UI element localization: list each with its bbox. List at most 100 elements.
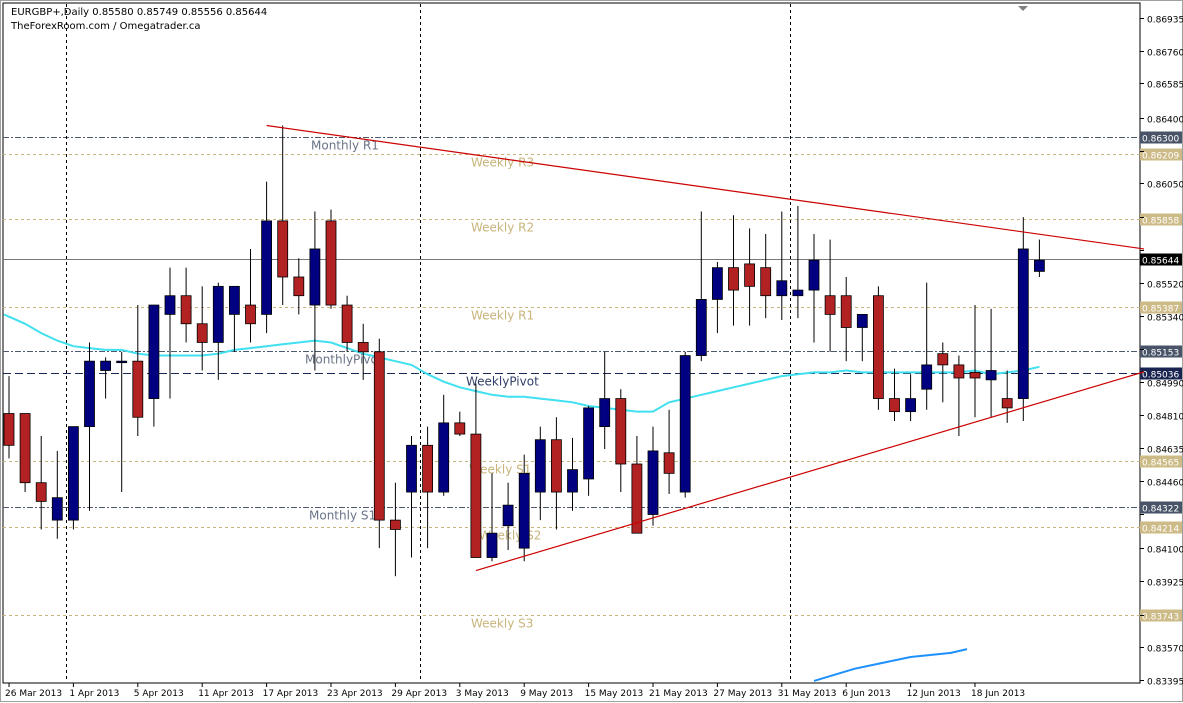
- bear-candle-body[interactable]: [454, 422, 466, 435]
- bull-candle-body[interactable]: [486, 532, 498, 558]
- level-price-label: 0.83743: [1142, 613, 1179, 623]
- plot-area: [2, 2, 1141, 684]
- y-tick-label: 0.86050: [1147, 181, 1183, 191]
- bull-candle-body[interactable]: [438, 422, 450, 493]
- y-tick-label: 0.86400: [1147, 116, 1183, 126]
- bull-candle-body[interactable]: [534, 439, 546, 493]
- bear-candle-body[interactable]: [728, 267, 739, 291]
- bull-candle-body[interactable]: [695, 299, 707, 356]
- candle[interactable]: [68, 426, 79, 530]
- bull-candle-body[interactable]: [68, 426, 79, 521]
- bear-candle-body[interactable]: [19, 413, 31, 484]
- bear-candle-body[interactable]: [373, 351, 385, 521]
- bull-candle-body[interactable]: [309, 248, 321, 306]
- bear-candle-body[interactable]: [132, 360, 144, 418]
- bull-candle-body[interactable]: [212, 285, 224, 343]
- bear-candle-body[interactable]: [277, 220, 289, 278]
- y-tick-label: 0.83570: [1147, 645, 1183, 655]
- bear-candle-body[interactable]: [35, 482, 47, 502]
- level-price-label: 0.84214: [1142, 525, 1179, 535]
- bull-candle-body[interactable]: [518, 472, 530, 549]
- bear-candle-body[interactable]: [969, 371, 981, 379]
- bull-candle-body[interactable]: [599, 398, 611, 428]
- x-tick-label: 31 May 2013: [778, 689, 837, 699]
- chart-credit: TheForexRoom.com / Omegatrader.ca: [11, 21, 201, 32]
- level-label: Monthly S1: [309, 509, 376, 523]
- bear-candle-body[interactable]: [470, 433, 482, 558]
- bull-candle-body[interactable]: [856, 314, 868, 328]
- bear-candle-body[interactable]: [3, 413, 15, 446]
- bear-candle-body[interactable]: [180, 295, 192, 325]
- candle[interactable]: [19, 413, 31, 493]
- price-chart[interactable]: Monthly R1 0.86300 Weekly R3 0.86209 Weekly …: [1, 1, 1183, 703]
- x-tick-label: 9 May 2013: [520, 689, 573, 699]
- bear-candle-body[interactable]: [341, 304, 353, 343]
- y-tick-label: 0.85340: [1147, 314, 1183, 324]
- bull-candle-body[interactable]: [1034, 259, 1045, 272]
- bull-candle-body[interactable]: [84, 360, 95, 428]
- bull-candle-body[interactable]: [647, 450, 659, 515]
- bear-candle-body[interactable]: [744, 263, 755, 287]
- bear-candle-body[interactable]: [325, 220, 337, 306]
- bear-candle-body[interactable]: [422, 444, 434, 493]
- x-tick-label: 3 May 2013: [456, 689, 509, 699]
- level-price-label: 0.84565: [1142, 459, 1179, 469]
- bull-candle-body[interactable]: [502, 504, 514, 527]
- bull-candle-body[interactable]: [712, 267, 723, 300]
- bear-candle-body[interactable]: [937, 353, 949, 366]
- bear-candle-body[interactable]: [760, 267, 772, 297]
- bear-candle-body[interactable]: [293, 276, 305, 297]
- bear-candle-body[interactable]: [953, 364, 965, 379]
- bear-candle-body[interactable]: [1001, 398, 1013, 409]
- bear-candle-body[interactable]: [840, 295, 852, 328]
- candle[interactable]: [373, 338, 385, 549]
- bull-candle-body[interactable]: [905, 398, 916, 413]
- bear-candle-body[interactable]: [245, 304, 256, 325]
- x-tick-label: 11 Apr 2013: [198, 689, 254, 699]
- bear-candle-body[interactable]: [615, 398, 627, 465]
- bear-candle-body[interactable]: [551, 439, 562, 493]
- candle[interactable]: [679, 351, 691, 498]
- bull-candle-body[interactable]: [1017, 248, 1029, 399]
- level-price-label: 0.86209: [1142, 152, 1179, 162]
- y-tick-label: 0.83925: [1147, 579, 1183, 589]
- symbol-timeframe: EURGBP+,Daily: [11, 7, 90, 18]
- bull-candle-body[interactable]: [116, 360, 128, 364]
- x-tick-label: 5 Apr 2013: [134, 689, 184, 699]
- candle[interactable]: [873, 286, 884, 410]
- y-tick-label: 0.86760: [1147, 49, 1183, 59]
- bull-candle-body[interactable]: [679, 355, 691, 493]
- bear-candle-body[interactable]: [824, 295, 836, 315]
- level-price-label: 0.85153: [1142, 349, 1179, 359]
- bull-candle-body[interactable]: [921, 364, 933, 390]
- bear-candle-body[interactable]: [889, 398, 900, 413]
- x-tick-label: 15 May 2013: [585, 689, 644, 699]
- bull-candle-body[interactable]: [228, 285, 240, 315]
- current-price-label: 0.85644: [1142, 257, 1179, 267]
- bull-candle-body[interactable]: [261, 220, 273, 315]
- bull-candle-body[interactable]: [808, 259, 820, 291]
- bull-candle-body[interactable]: [985, 370, 997, 381]
- time-axis[interactable]: 26 Mar 2013 1 Apr 2013 5 Apr 2013 11 Apr 20…: [5, 683, 1025, 699]
- bear-candle-body[interactable]: [357, 342, 369, 353]
- bear-candle-body[interactable]: [389, 519, 401, 530]
- bull-candle-body[interactable]: [100, 360, 111, 371]
- x-tick-label: 12 Jun 2013: [907, 689, 961, 699]
- bull-candle-body[interactable]: [792, 289, 804, 297]
- candle[interactable]: [325, 209, 337, 309]
- level-label: Weekly S3: [471, 617, 533, 631]
- bull-candle-body[interactable]: [164, 295, 176, 315]
- ohlc-values: 0.85580 0.85749 0.85556 0.85644: [92, 7, 268, 18]
- bull-candle-body[interactable]: [148, 304, 160, 399]
- bull-candle-body[interactable]: [51, 497, 63, 521]
- level-price-label: 0.85858: [1142, 217, 1179, 227]
- bull-candle-body[interactable]: [583, 407, 594, 480]
- chart-window[interactable]: Monthly R1 0.86300 Weekly R3 0.86209 Weekly …: [0, 0, 1183, 702]
- bull-candle-body[interactable]: [567, 469, 578, 493]
- level-price-label: 0.86300: [1142, 135, 1179, 145]
- bear-candle-body[interactable]: [196, 323, 208, 343]
- bear-candle-body[interactable]: [663, 452, 675, 474]
- bear-candle-body[interactable]: [873, 295, 884, 399]
- bull-candle-body[interactable]: [406, 444, 417, 493]
- bull-candle-body[interactable]: [776, 280, 788, 297]
